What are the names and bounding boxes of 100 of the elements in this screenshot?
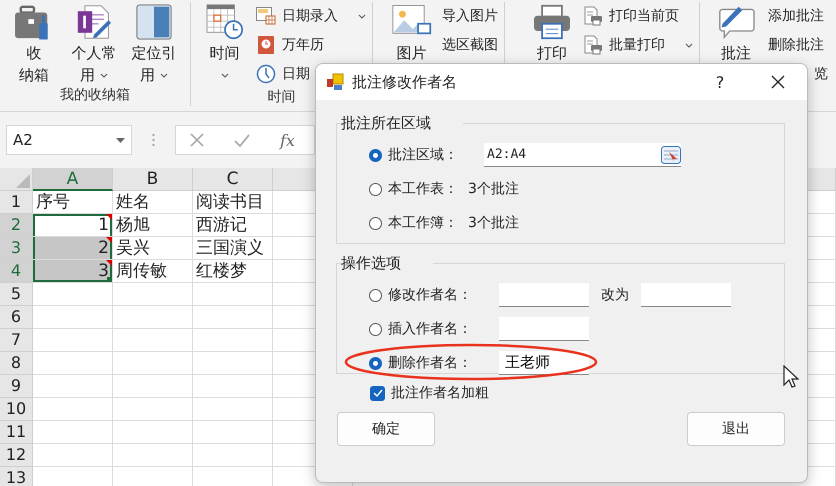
row-header[interactable]: 11 — [0, 421, 33, 444]
insert-function-button[interactable]: fx — [280, 130, 295, 150]
table-cell[interactable]: 西游记 — [193, 214, 273, 237]
ribbon-button[interactable]: 删除批注 — [768, 31, 828, 59]
ribbon-button[interactable]: 批注 — [708, 2, 764, 64]
dialog-title: 批注修改作者名 — [352, 72, 458, 92]
table-cell[interactable] — [193, 352, 273, 375]
row-header[interactable]: 2 — [0, 214, 33, 237]
table-cell[interactable]: 序号 — [33, 191, 113, 214]
table-cell[interactable] — [193, 306, 273, 329]
row-header[interactable]: 5 — [0, 283, 33, 306]
ribbon-button[interactable]: 览 — [814, 60, 828, 88]
row-header[interactable]: 1 — [0, 191, 33, 214]
table-cell[interactable]: 3 — [33, 260, 113, 283]
ribbon-button[interactable]: 打印 — [525, 2, 579, 64]
ribbon-button[interactable]: 图片 — [385, 2, 438, 64]
row-header[interactable]: 3 — [0, 237, 33, 260]
printer-icon — [533, 4, 571, 40]
table-cell[interactable] — [193, 444, 273, 467]
table-cell[interactable] — [33, 375, 113, 398]
table-cell[interactable] — [193, 329, 273, 352]
radio-button[interactable] — [369, 182, 382, 196]
column-header[interactable]: B — [113, 168, 193, 191]
table-cell[interactable] — [113, 444, 193, 467]
dialog-button[interactable]: 确定 — [337, 412, 435, 446]
ribbon-button[interactable]: 定位引 用 — [126, 2, 182, 86]
row-header[interactable]: 12 — [0, 444, 33, 467]
ribbon-button[interactable]: 打印当前页 — [583, 2, 693, 30]
table-cell[interactable]: 红楼梦 — [193, 260, 273, 283]
table-cell[interactable] — [33, 398, 113, 421]
row-header[interactable]: 8 — [0, 352, 33, 375]
ribbon-button[interactable]: 个人常 用 — [66, 2, 122, 86]
column-header[interactable]: A — [33, 168, 113, 191]
table-cell[interactable] — [113, 398, 193, 421]
radio-button[interactable] — [369, 322, 382, 336]
table-cell[interactable] — [113, 421, 193, 444]
table-cell[interactable]: 1 — [33, 214, 113, 237]
table-cell[interactable] — [113, 352, 193, 375]
table-cell[interactable]: 姓名 — [113, 191, 193, 214]
table-cell[interactable] — [193, 421, 273, 444]
ribbon-button[interactable]: 时间 — [197, 2, 252, 86]
option-label: 修改作者名： — [388, 286, 473, 304]
table-cell[interactable] — [33, 352, 113, 375]
row-header[interactable]: 7 — [0, 329, 33, 352]
table-cell[interactable]: 2 — [33, 237, 113, 260]
page-printer-icon — [583, 6, 603, 26]
row-header[interactable]: 13 — [0, 467, 33, 486]
table-cell[interactable]: 吴兴 — [113, 237, 193, 260]
option-label: 批注区域： — [388, 146, 459, 164]
ribbon-button[interactable]: 添加批注 — [768, 2, 828, 30]
triangle-icon — [16, 174, 30, 188]
table-cell[interactable] — [113, 283, 193, 306]
ribbon-button[interactable]: 收 纳箱 — [6, 2, 62, 86]
range-field[interactable]: A2:A4 — [484, 143, 681, 167]
dropdown-arrow-icon — [116, 138, 125, 142]
table-cell[interactable] — [33, 421, 113, 444]
table-cell[interactable] — [33, 329, 113, 352]
input-field[interactable]: 王老师 — [499, 351, 589, 375]
table-cell[interactable]: 杨旭 — [113, 214, 193, 237]
clock-icon — [256, 64, 276, 84]
check-icon[interactable] — [234, 134, 250, 146]
table-cell[interactable]: 周传敏 — [113, 260, 193, 283]
radio-button[interactable] — [369, 216, 382, 230]
mouse-cursor-icon — [783, 365, 799, 389]
fill-handle[interactable] — [107, 277, 112, 282]
row-header[interactable]: 9 — [0, 375, 33, 398]
ribbon-button[interactable]: 万年历 — [256, 31, 366, 59]
cancel-icon[interactable] — [190, 133, 204, 147]
checkbox[interactable] — [370, 386, 385, 400]
table-cell[interactable] — [33, 306, 113, 329]
row-header[interactable]: 10 — [0, 398, 33, 421]
radio-button[interactable] — [369, 288, 382, 302]
input-field[interactable] — [499, 317, 589, 341]
table-cell[interactable]: 三国演义 — [193, 237, 273, 260]
calendar-book-icon — [256, 35, 276, 55]
table-cell[interactable] — [193, 375, 273, 398]
ribbon-button[interactable]: 批量打印 — [583, 31, 693, 59]
table-cell[interactable] — [113, 375, 193, 398]
column-header[interactable]: C — [193, 168, 273, 191]
table-cell[interactable] — [193, 398, 273, 421]
radio-button[interactable] — [369, 356, 382, 370]
table-cell[interactable] — [113, 329, 193, 352]
dialog-button[interactable]: 退出 — [687, 412, 785, 446]
ribbon-button[interactable]: 选区截图 — [442, 31, 498, 59]
range-picker-icon[interactable] — [661, 146, 681, 164]
table-cell[interactable] — [33, 283, 113, 306]
select-all-button[interactable] — [0, 168, 33, 191]
table-cell[interactable] — [33, 444, 113, 467]
name-box[interactable]: A2 — [6, 125, 132, 155]
ribbon-button[interactable]: 导入图片 — [442, 2, 498, 30]
radio-button[interactable] — [369, 148, 382, 162]
row-header[interactable]: 6 — [0, 306, 33, 329]
table-cell[interactable] — [193, 283, 273, 306]
input-field[interactable] — [641, 283, 731, 307]
row-header[interactable]: 4 — [0, 260, 33, 283]
help-button[interactable]: ? — [695, 64, 745, 100]
input-field[interactable] — [499, 283, 589, 307]
table-cell[interactable]: 阅读书目 — [193, 191, 273, 214]
ribbon-button[interactable]: 日期录入 — [256, 2, 366, 30]
table-cell[interactable] — [113, 306, 193, 329]
